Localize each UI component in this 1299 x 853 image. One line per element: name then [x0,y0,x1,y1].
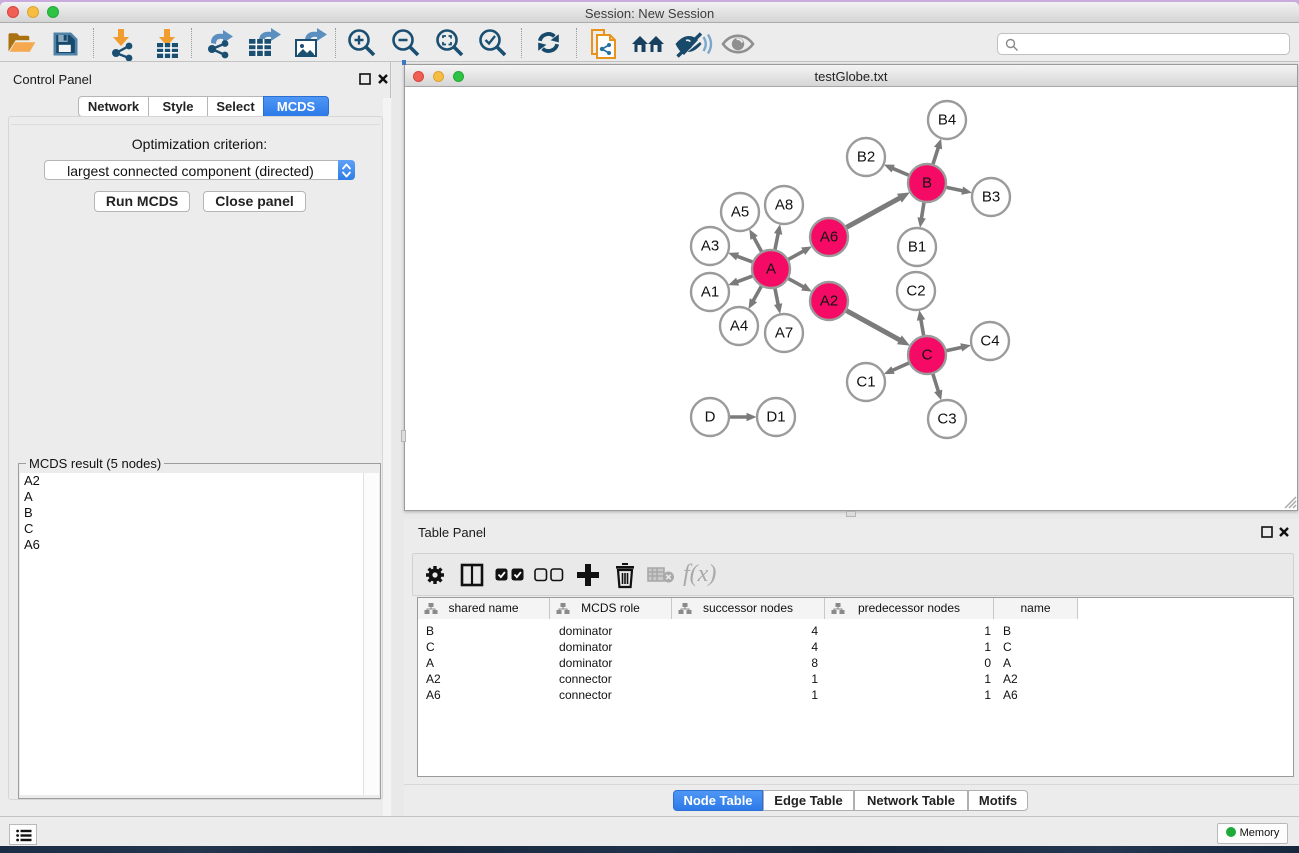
svg-text:B1: B1 [908,239,926,256]
svg-text:A: A [766,261,776,278]
svg-text:A7: A7 [775,325,793,342]
svg-text:B3: B3 [982,189,1000,206]
svg-text:A4: A4 [730,318,748,335]
svg-text:A8: A8 [775,197,793,214]
svg-text:C3: C3 [937,411,956,428]
svg-text:C: C [922,347,933,364]
svg-text:D1: D1 [766,409,785,426]
svg-text:D: D [705,409,716,426]
svg-text:A3: A3 [701,238,719,255]
svg-text:A5: A5 [731,204,749,221]
svg-text:B4: B4 [938,112,956,129]
svg-text:B2: B2 [857,149,875,166]
svg-text:A1: A1 [701,284,719,301]
svg-text:C4: C4 [980,333,999,350]
svg-text:C1: C1 [856,374,875,391]
svg-text:A6: A6 [820,229,838,246]
svg-text:C2: C2 [906,283,925,300]
svg-text:B: B [922,175,932,192]
svg-text:A2: A2 [820,293,838,310]
